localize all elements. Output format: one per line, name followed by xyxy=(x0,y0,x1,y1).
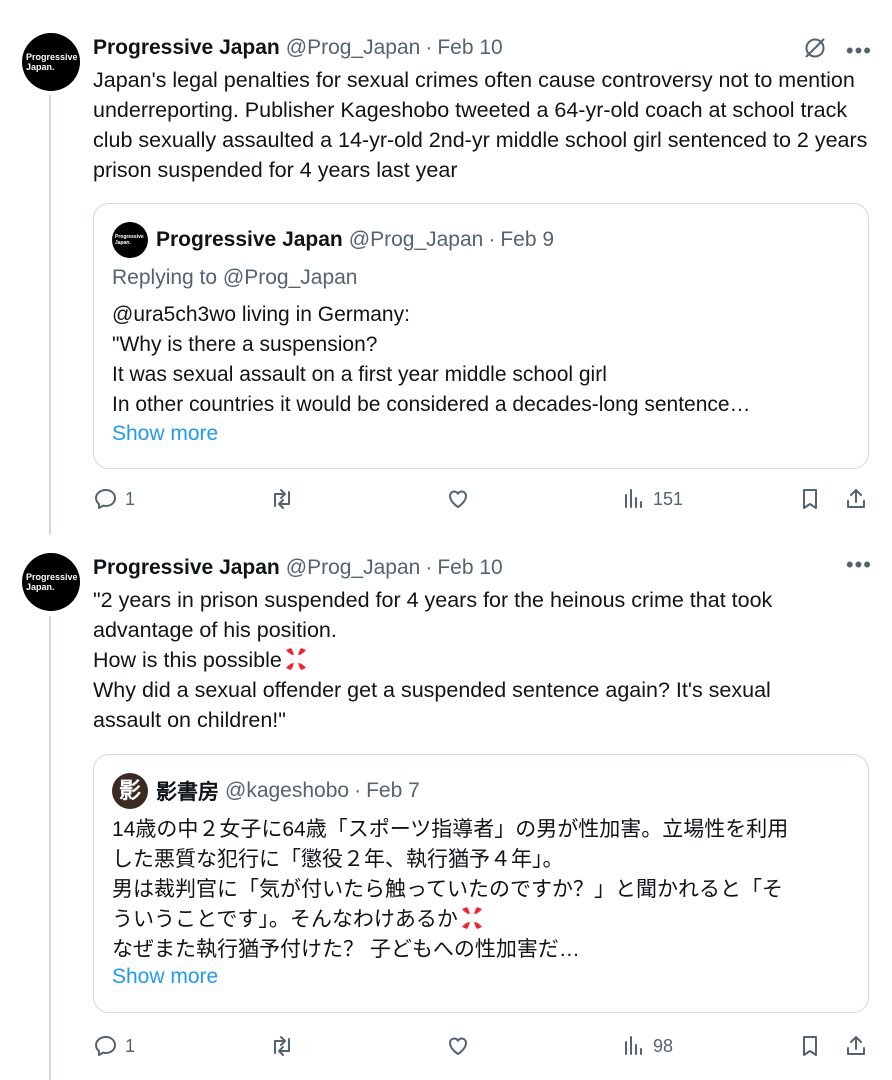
avatar-label: Progressive xyxy=(26,572,78,582)
action-bar: 1 98 xyxy=(93,1033,873,1063)
post-top-icons: ••• xyxy=(802,35,872,66)
quote-line: 男は裁判官に「気が付いたら触っていたのですか？」と聞かれると「そ xyxy=(112,878,783,901)
reply-button[interactable]: 1 xyxy=(93,1033,135,1059)
reply-count: 1 xyxy=(125,488,136,509)
post-header: Progressive Japan @Prog_Japan · Feb 10 xyxy=(93,33,503,63)
anger-emoji-icon xyxy=(461,907,482,929)
quote-text: 14歳の中２女子に64歳「スポーツ指導者」の男が性加害。立場性を利用 した悪質な… xyxy=(112,815,852,965)
views-count: 98 xyxy=(653,1035,674,1056)
quote-date: Feb 9 xyxy=(500,228,555,251)
post[interactable]: Progressive Japan. Progressive Japan @Pr… xyxy=(0,33,892,533)
reply-icon xyxy=(95,489,116,509)
avatar[interactable]: Progressive Japan. xyxy=(22,33,80,91)
avatar-label: Progressive xyxy=(26,52,78,62)
quote-line: ういうことです」。そんなわけあるか xyxy=(112,908,458,931)
grok-icon[interactable] xyxy=(802,35,828,66)
share-icon xyxy=(847,1036,865,1055)
reply-count: 1 xyxy=(125,1035,136,1056)
views-button[interactable]: 151 xyxy=(621,486,683,512)
quote-line: 14歳の中２女子に64歳「スポーツ指導者」の男が性加害。立場性を利用 xyxy=(112,818,789,841)
post-line: "2 years in prison suspended for 4 years… xyxy=(93,588,773,612)
post-line: assault on children!" xyxy=(93,708,286,732)
quote-author-handle: @Prog_Japan xyxy=(348,228,484,251)
quote-avatar: Progressive Japan. xyxy=(112,222,148,258)
replying-to: Replying to @Prog_Japan xyxy=(112,266,357,290)
avatar-label: Japan. xyxy=(115,240,131,246)
avatar[interactable]: Progressive Japan. xyxy=(22,553,80,611)
post-date[interactable]: Feb 10 xyxy=(437,36,502,60)
quote-line: In other countries it would be considere… xyxy=(112,393,751,416)
quote-header: Progressive Japan. Progressive Japan @Pr… xyxy=(112,222,554,258)
replying-label: Replying to xyxy=(112,266,218,289)
more-icon[interactable]: ••• xyxy=(846,554,872,576)
like-button[interactable] xyxy=(445,1033,477,1059)
avatar-label: Japan. xyxy=(26,62,55,72)
quote-author-name: Progressive Japan xyxy=(156,228,343,251)
post-top-icons: ••• xyxy=(846,554,872,576)
post-line: Why did a sexual offender get a suspende… xyxy=(93,678,771,702)
author-name[interactable]: Progressive Japan xyxy=(93,556,280,580)
like-button[interactable] xyxy=(445,486,477,512)
quote-line: It was sexual assault on a first year mi… xyxy=(112,363,607,386)
views-button[interactable]: 98 xyxy=(621,1033,673,1059)
separator: · xyxy=(425,556,433,579)
post[interactable]: Progressive Japan. Progressive Japan @Pr… xyxy=(0,553,892,1080)
post-line: advantage of his position. xyxy=(93,618,337,642)
bookmark-icon xyxy=(803,1036,817,1056)
quoted-post[interactable]: Progressive Japan. Progressive Japan @Pr… xyxy=(93,203,869,469)
quote-author-name: 影書房 xyxy=(156,781,219,804)
repost-icon xyxy=(274,489,290,509)
author-handle[interactable]: @Prog_Japan xyxy=(286,36,421,60)
quote-text: @ura5ch3wo living in Germany: "Why is th… xyxy=(112,300,852,420)
like-icon xyxy=(449,490,467,508)
share-icon xyxy=(847,489,865,508)
quote-line: @ura5ch3wo living in Germany: xyxy=(112,303,410,326)
quote-line-with-emoji: ういうことです」。そんなわけあるか xyxy=(112,905,852,935)
more-icon[interactable]: ••• xyxy=(846,39,872,61)
quote-date: Feb 7 xyxy=(366,779,420,802)
repost-icon xyxy=(274,1036,290,1056)
like-icon xyxy=(449,1037,467,1055)
quoted-post[interactable]: 影 影書房 @kageshobo · Feb 7 14歳の中２女子に64歳「スポ… xyxy=(93,754,869,1013)
views-count: 151 xyxy=(653,488,684,509)
show-more-link[interactable]: Show more xyxy=(112,965,218,989)
post-header: Progressive Japan @Prog_Japan · Feb 10 xyxy=(93,553,503,583)
post-date[interactable]: Feb 10 xyxy=(437,556,502,580)
post-text: "2 years in prison suspended for 4 years… xyxy=(93,585,873,735)
reply-button[interactable]: 1 xyxy=(93,486,135,512)
quote-author-handle: @kageshobo xyxy=(225,779,350,802)
bookmark-button[interactable] xyxy=(797,1033,823,1059)
bookmark-button[interactable] xyxy=(797,486,823,512)
quote-line: なぜまた執行猶予付けた？ 子どもへの性加害だ… xyxy=(112,938,580,961)
separator: · xyxy=(425,36,433,59)
repost-button[interactable] xyxy=(269,1033,301,1059)
share-button[interactable] xyxy=(843,1033,869,1059)
bookmark-icon xyxy=(803,489,817,509)
repost-button[interactable] xyxy=(269,486,301,512)
share-button[interactable] xyxy=(843,486,869,512)
quote-line: した悪質な犯行に「懲役２年、執行猶予４年」。 xyxy=(112,848,564,871)
post-line: How is this possible xyxy=(93,648,282,672)
author-name[interactable]: Progressive Japan xyxy=(93,36,280,60)
separator: · xyxy=(354,779,362,802)
author-handle[interactable]: @Prog_Japan xyxy=(286,556,421,580)
action-bar: 1 151 xyxy=(93,486,873,516)
quote-line: "Why is there a suspension? xyxy=(112,333,378,356)
post-line-with-emoji: How is this possible xyxy=(93,645,873,675)
reply-icon xyxy=(95,1036,116,1056)
quote-header: 影 影書房 @kageshobo · Feb 7 xyxy=(112,773,420,809)
quote-avatar: 影 xyxy=(112,773,148,809)
views-icon xyxy=(625,489,642,508)
avatar-label: Japan. xyxy=(26,582,55,592)
views-icon xyxy=(625,1036,642,1055)
post-text: Japan's legal penalties for sexual crime… xyxy=(93,68,868,182)
separator: · xyxy=(488,228,496,251)
replying-handle[interactable]: @Prog_Japan xyxy=(223,266,358,289)
anger-emoji-icon xyxy=(285,648,306,670)
show-more-link[interactable]: Show more xyxy=(112,422,218,446)
